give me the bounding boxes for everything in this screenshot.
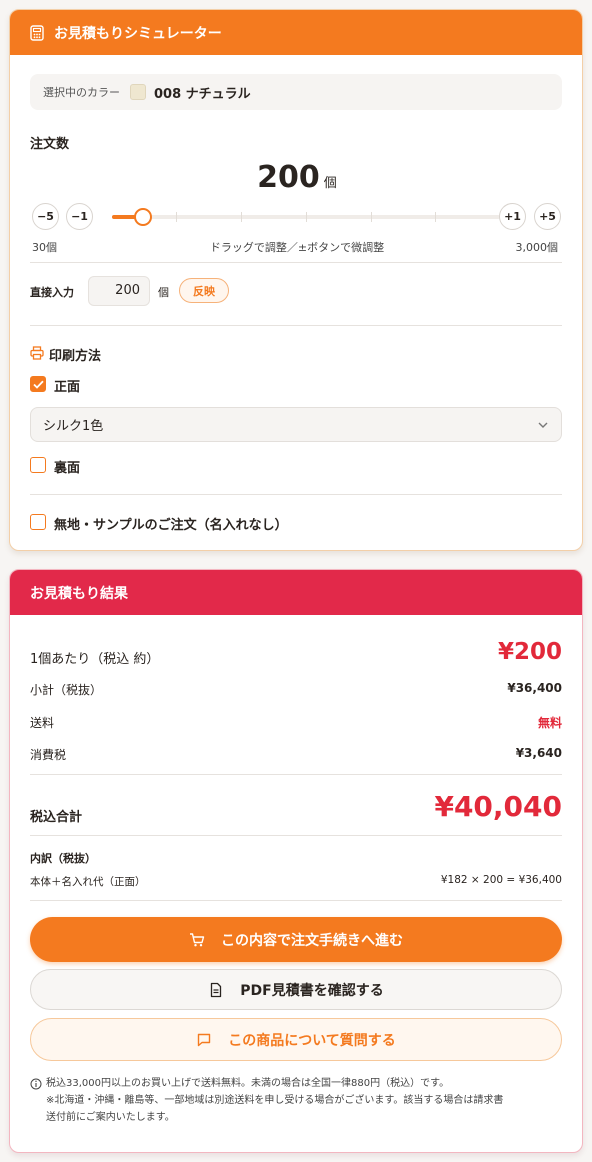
subtotal-label: 小計（税抜） (30, 683, 103, 697)
plus-1-button[interactable]: +1 (499, 203, 526, 230)
unit-price-label: 1個あたり（税込 約） (30, 652, 160, 667)
result-title: お見積もり結果 (30, 585, 128, 602)
plus-5-button[interactable]: +5 (534, 203, 561, 230)
divider (30, 774, 562, 775)
quantity-slider[interactable] (112, 208, 500, 226)
shipping-note-line: ※北海道・沖縄・離島等、一部地域は別途送料を申し受ける場合がございます。該当する… (46, 1095, 504, 1106)
product-question-button-label: この商品について質問する (228, 1032, 396, 1049)
selected-color-row: 選択中のカラー 008 ナチュラル (30, 74, 562, 110)
shipping-note-line: 税込33,000円以上のお買い上げで送料無料。未満の場合は全国一律880円（税込… (46, 1078, 450, 1089)
slider-max-label: 3,000個 (515, 241, 559, 254)
front-print-checkbox[interactable] (30, 376, 46, 392)
print-method-title: 印刷方法 (49, 349, 102, 364)
divider (30, 262, 562, 263)
slider-tick (306, 212, 307, 222)
cart-icon (190, 932, 205, 946)
slider-tick (176, 212, 177, 222)
slider-tick (241, 212, 242, 222)
breakdown-item: 本体＋名入れ代（正面） (30, 876, 146, 888)
message-icon (198, 1033, 211, 1046)
front-print-method-select[interactable]: シルク1色 (30, 407, 562, 442)
back-print-label: 裏面 (54, 461, 81, 476)
breakdown-title: 内訳（税抜） (30, 852, 96, 865)
order-button[interactable]: この内容で注文手続きへ進む (30, 917, 562, 962)
quantity-input[interactable]: 200 (88, 276, 150, 306)
color-swatch (130, 84, 146, 100)
pdf-quote-button[interactable]: PDF見積書を確認する (30, 969, 562, 1010)
minus-5-button[interactable]: −5 (32, 203, 59, 230)
info-icon (30, 1078, 42, 1090)
document-icon (211, 982, 222, 997)
simulator-title: お見積もりシミュレーター (54, 25, 222, 42)
divider (30, 325, 562, 326)
printer-icon (30, 346, 44, 360)
result-header: お見積もり結果 (10, 570, 582, 615)
selected-color-value: 008 ナチュラル (154, 86, 251, 102)
shipping-value: 無料 (537, 716, 562, 730)
quantity-value: 200 (257, 160, 320, 195)
slider-hint: ドラッグで調整／±ボタンで微調整 (209, 241, 385, 254)
front-print-label: 正面 (54, 380, 81, 395)
direct-input-label: 直接入力 (30, 286, 74, 299)
divider (30, 494, 562, 495)
apply-button[interactable]: 反映 (179, 278, 229, 303)
back-print-checkbox[interactable] (30, 457, 46, 473)
slider-tick (371, 212, 372, 222)
tax-value: ¥3,640 (515, 746, 562, 760)
simulator-header: お見積もりシミュレーター (10, 10, 582, 55)
order-button-label: この内容で注文手続きへ進む (221, 932, 403, 949)
breakdown-calc: ¥182 × 200 = ¥36,400 (440, 874, 562, 886)
product-question-button[interactable]: この商品について質問する (30, 1018, 562, 1061)
quantity-display: 200 個 (10, 160, 582, 195)
chevron-down-icon (538, 422, 548, 428)
result-card: お見積もり結果 1個あたり（税込 約） ¥200 小計（税抜） ¥36,400 … (9, 569, 583, 1153)
simulator-card: お見積もりシミュレーター 選択中のカラー 008 ナチュラル 注文数 200 個 … (9, 9, 583, 551)
shipping-label: 送料 (30, 716, 55, 730)
select-value: シルク1色 (43, 419, 104, 434)
quantity-title: 注文数 (30, 137, 70, 152)
shipping-note: 税込33,000円以上のお買い上げで送料無料。未満の場合は全国一律880円（税込… (46, 1075, 566, 1126)
calculator-icon (30, 24, 44, 41)
total-value: ¥40,040 (434, 790, 562, 823)
total-label: 税込合計 (30, 810, 83, 825)
subtotal-value: ¥36,400 (507, 681, 562, 695)
selected-color-label: 選択中のカラー (43, 86, 120, 99)
direct-input-unit: 個 (158, 286, 169, 299)
plain-sample-label: 無地・サンプルのご注文（名入れなし） (54, 518, 288, 533)
divider (30, 900, 562, 901)
pdf-quote-button-label: PDF見積書を確認する (240, 982, 384, 999)
divider (30, 835, 562, 836)
shipping-note-line: 送付前にご案内いたします。 (46, 1112, 175, 1123)
check-icon (32, 380, 44, 389)
tax-label: 消費税 (30, 748, 67, 762)
slider-tick (435, 212, 436, 222)
unit-price-value: ¥200 (497, 639, 562, 665)
quantity-unit: 個 (323, 176, 337, 191)
slider-thumb[interactable] (134, 208, 152, 226)
plain-sample-checkbox[interactable] (30, 514, 46, 530)
minus-1-button[interactable]: −1 (66, 203, 93, 230)
